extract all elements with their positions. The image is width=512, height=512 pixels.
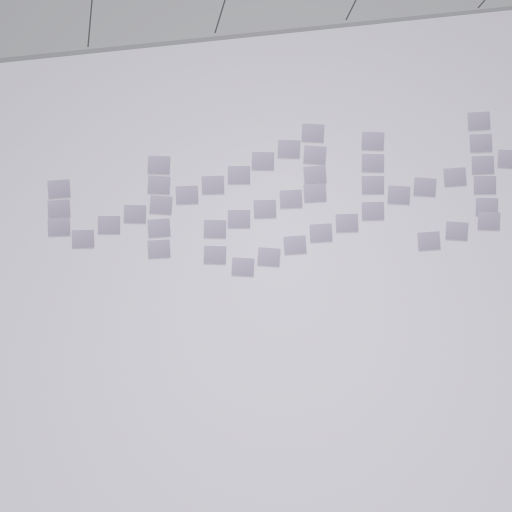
sticky-note — [303, 183, 327, 203]
sticky-note — [471, 155, 495, 175]
sticky-note — [387, 185, 411, 205]
sticky-note — [469, 133, 493, 153]
sticky-note — [362, 176, 384, 194]
sticky-note — [361, 201, 385, 221]
sticky-note — [277, 139, 301, 159]
sticky-note — [47, 179, 71, 199]
sticky-note — [474, 176, 496, 194]
sticky-note — [201, 175, 225, 195]
sticky-note — [147, 175, 171, 195]
sticky-note — [71, 229, 95, 249]
sticky-note — [175, 185, 199, 205]
sticky-note-pattern — [0, 0, 512, 512]
sticky-note — [257, 247, 281, 267]
sticky-note — [301, 123, 325, 143]
sticky-note — [253, 199, 277, 219]
sticky-note — [147, 155, 171, 175]
sticky-note — [147, 239, 171, 259]
sticky-note — [203, 245, 227, 265]
sticky-note — [228, 210, 250, 228]
photo-scene — [0, 0, 512, 512]
sticky-note — [47, 217, 71, 237]
sticky-note — [147, 218, 171, 238]
sticky-note — [335, 213, 359, 233]
sticky-note — [303, 145, 327, 165]
sticky-note — [231, 257, 255, 277]
sticky-note — [303, 165, 327, 185]
sticky-note — [203, 219, 227, 239]
sticky-note — [279, 189, 303, 209]
sticky-note — [413, 177, 437, 197]
sticky-note — [467, 111, 491, 131]
sticky-note — [283, 235, 307, 255]
sticky-note — [443, 167, 467, 187]
sticky-note — [477, 211, 501, 231]
sticky-note — [361, 131, 385, 151]
sticky-note — [417, 231, 441, 251]
sticky-note — [228, 166, 250, 184]
sticky-note — [98, 216, 120, 234]
sticky-note — [123, 204, 147, 224]
sticky-note — [251, 151, 275, 171]
sticky-note — [47, 199, 71, 219]
sticky-note — [361, 153, 385, 173]
sticky-note — [497, 149, 512, 169]
sticky-note — [445, 221, 469, 241]
sticky-note — [309, 223, 333, 243]
sticky-note — [149, 195, 173, 215]
